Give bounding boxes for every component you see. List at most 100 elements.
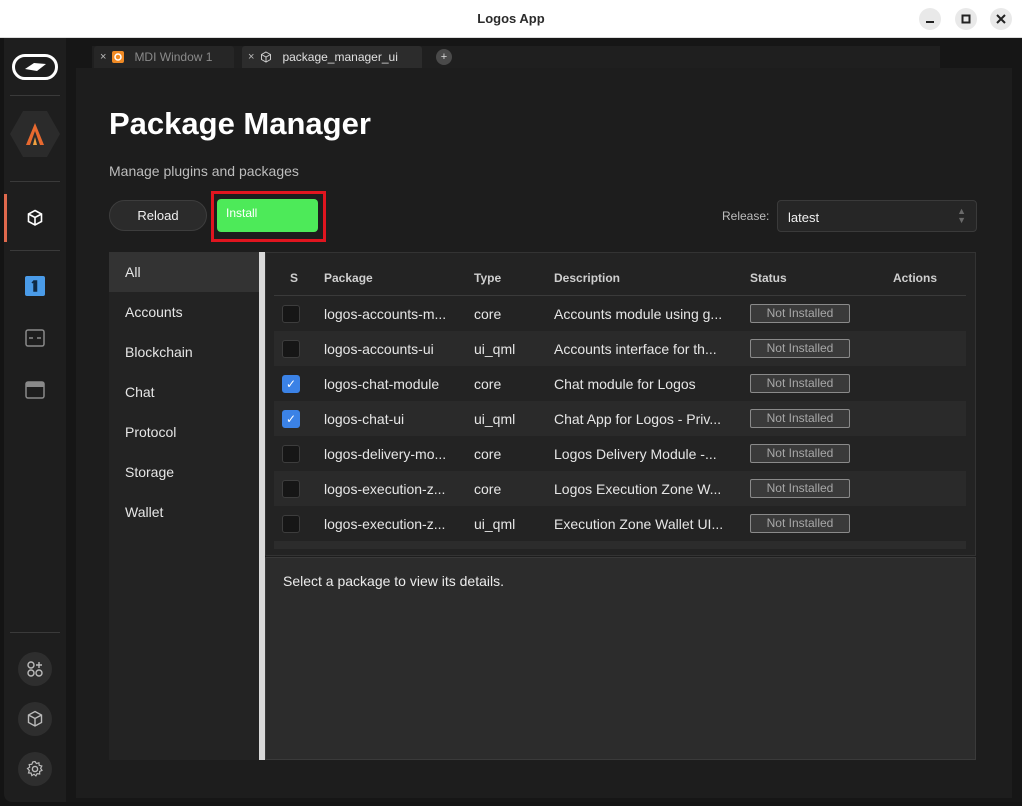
minimize-button[interactable]: [919, 8, 941, 30]
apps-button[interactable]: [18, 652, 52, 686]
package-type: core: [474, 376, 502, 392]
reload-button[interactable]: Reload: [109, 200, 207, 231]
package-description: Logos Execution Zone W...: [554, 481, 722, 497]
package-name: logos-chat-ui: [324, 411, 405, 427]
package-type: core: [474, 446, 502, 462]
status-badge: Not Installed: [750, 374, 850, 393]
category-accounts[interactable]: Accounts: [109, 292, 259, 332]
app-avatar-icon: [10, 111, 60, 157]
tab-mdi-window-1[interactable]: × MDI Window 1: [94, 46, 234, 68]
app-window: × MDI Window 1 × package_manager_ui + Pa…: [0, 38, 1022, 806]
package-description: Accounts module using g...: [554, 306, 723, 322]
tab-close-icon[interactable]: ×: [100, 51, 106, 63]
package-name: logos-execution-z...: [324, 481, 446, 497]
add-tab-button[interactable]: +: [436, 49, 452, 65]
package-manager-view: Package Manager Manage plugins and packa…: [76, 68, 1012, 798]
column-header-package[interactable]: Package: [324, 271, 373, 285]
close-window-button[interactable]: [990, 8, 1012, 30]
table-row[interactable]: ✓ logos-chat-module core Chat module for…: [274, 366, 966, 401]
status-badge: Not Installed: [750, 304, 850, 323]
tab-label: MDI Window 1: [134, 50, 213, 64]
sidebar-rail: [4, 38, 66, 802]
package-description: Chat App for Logos - Priv...: [554, 411, 722, 427]
table-row[interactable]: logos-accounts-ui ui_qml Accounts interf…: [274, 331, 966, 366]
table-row[interactable]: logos-accounts-m... core Accounts module…: [274, 296, 966, 331]
table-row[interactable]: logos-execution-z... ui_qml Execution Zo…: [274, 506, 966, 541]
table-row[interactable]: ✓ logos-chat-ui ui_qml Chat App for Logo…: [274, 401, 966, 436]
package-name: logos-execution-z...: [324, 516, 446, 532]
package-type: ui_qml: [474, 516, 516, 532]
column-header-description[interactable]: Description: [554, 271, 620, 285]
column-header-type[interactable]: Type: [474, 271, 501, 285]
package-name: logos-accounts-ui: [324, 341, 434, 357]
row-checkbox[interactable]: [282, 515, 300, 533]
table-row[interactable]: logos-execution-z... core Logos Executio…: [274, 471, 966, 506]
package-description: Execution Zone Wallet UI...: [554, 516, 724, 532]
package-type: ui_qml: [474, 341, 516, 357]
row-checkbox[interactable]: [282, 305, 300, 323]
category-wallet[interactable]: Wallet: [109, 492, 259, 532]
status-badge: Not Installed: [750, 479, 850, 498]
category-chat[interactable]: Chat: [109, 372, 259, 412]
column-header-status[interactable]: Status: [750, 271, 787, 285]
install-button[interactable]: Install: [217, 199, 318, 232]
category-storage[interactable]: Storage: [109, 452, 259, 492]
main-area: × MDI Window 1 × package_manager_ui + Pa…: [66, 38, 1022, 802]
rail-item-browser[interactable]: [4, 372, 66, 408]
package-icon: [27, 209, 43, 226]
apps-grid-icon: [27, 661, 43, 677]
package-tab-icon: [261, 51, 272, 63]
table-row[interactable]: logos-delivery-mo... core Logos Delivery…: [274, 436, 966, 471]
column-header-actions: Actions: [893, 271, 938, 285]
release-value: latest: [788, 210, 820, 225]
category-blockchain[interactable]: Blockchain: [109, 332, 259, 372]
minimize-icon: [926, 21, 934, 23]
release-select[interactable]: latest ▲ ▼: [777, 200, 977, 232]
close-icon: [996, 14, 1006, 24]
row-checkbox[interactable]: [282, 340, 300, 358]
rail-item-app-1[interactable]: [4, 268, 66, 304]
maximize-button[interactable]: [955, 8, 977, 30]
packages-button[interactable]: [18, 702, 52, 736]
package-type: core: [474, 306, 502, 322]
status-badge: Not Installed: [750, 409, 850, 428]
category-protocol[interactable]: Protocol: [109, 412, 259, 452]
package-name: logos-chat-module: [324, 376, 440, 392]
package-details-panel: Select a package to view its details.: [265, 557, 976, 760]
tab-package-manager-ui[interactable]: × package_manager_ui: [242, 46, 422, 68]
package-table: S Package Type Description Status Action…: [265, 252, 976, 556]
page-title: Package Manager: [109, 106, 371, 141]
rail-item-package-manager[interactable]: [4, 198, 66, 238]
package-type: ui_qml: [474, 411, 516, 427]
gear-icon: [26, 760, 43, 777]
app-logo[interactable]: [4, 52, 66, 82]
tab-bar: × MDI Window 1 × package_manager_ui +: [92, 46, 940, 68]
select-arrows-icon: ▲ ▼: [957, 206, 966, 225]
page-subtitle: Manage plugins and packages: [109, 163, 299, 179]
status-badge: Not Installed: [750, 514, 850, 533]
row-checkbox-checked[interactable]: ✓: [282, 410, 300, 428]
release-label: Release:: [722, 209, 770, 223]
terminal-window-icon: [25, 329, 45, 347]
rail-app-avatar[interactable]: [4, 108, 66, 160]
row-checkbox[interactable]: [282, 480, 300, 498]
settings-button[interactable]: [18, 752, 52, 786]
package-description: Logos Delivery Module -...: [554, 446, 717, 462]
horizontal-scrollbar[interactable]: [274, 541, 966, 549]
checkmark-icon: ✓: [285, 412, 297, 426]
details-placeholder: Select a package to view its details.: [283, 573, 505, 589]
package-description: Chat module for Logos: [554, 376, 696, 392]
status-badge: Not Installed: [750, 339, 850, 358]
package-name: logos-accounts-m...: [324, 306, 447, 322]
status-badge: Not Installed: [750, 444, 850, 463]
logos-logo-icon: [12, 54, 58, 80]
category-all[interactable]: All: [109, 252, 259, 292]
row-checkbox-checked[interactable]: ✓: [282, 375, 300, 393]
tab-label: package_manager_ui: [282, 50, 398, 64]
tab-close-icon[interactable]: ×: [248, 51, 254, 63]
row-checkbox[interactable]: [282, 445, 300, 463]
rail-item-terminal[interactable]: [4, 320, 66, 356]
browser-window-icon: [25, 381, 45, 399]
cube-icon: [27, 710, 43, 727]
checkmark-icon: ✓: [285, 377, 297, 391]
